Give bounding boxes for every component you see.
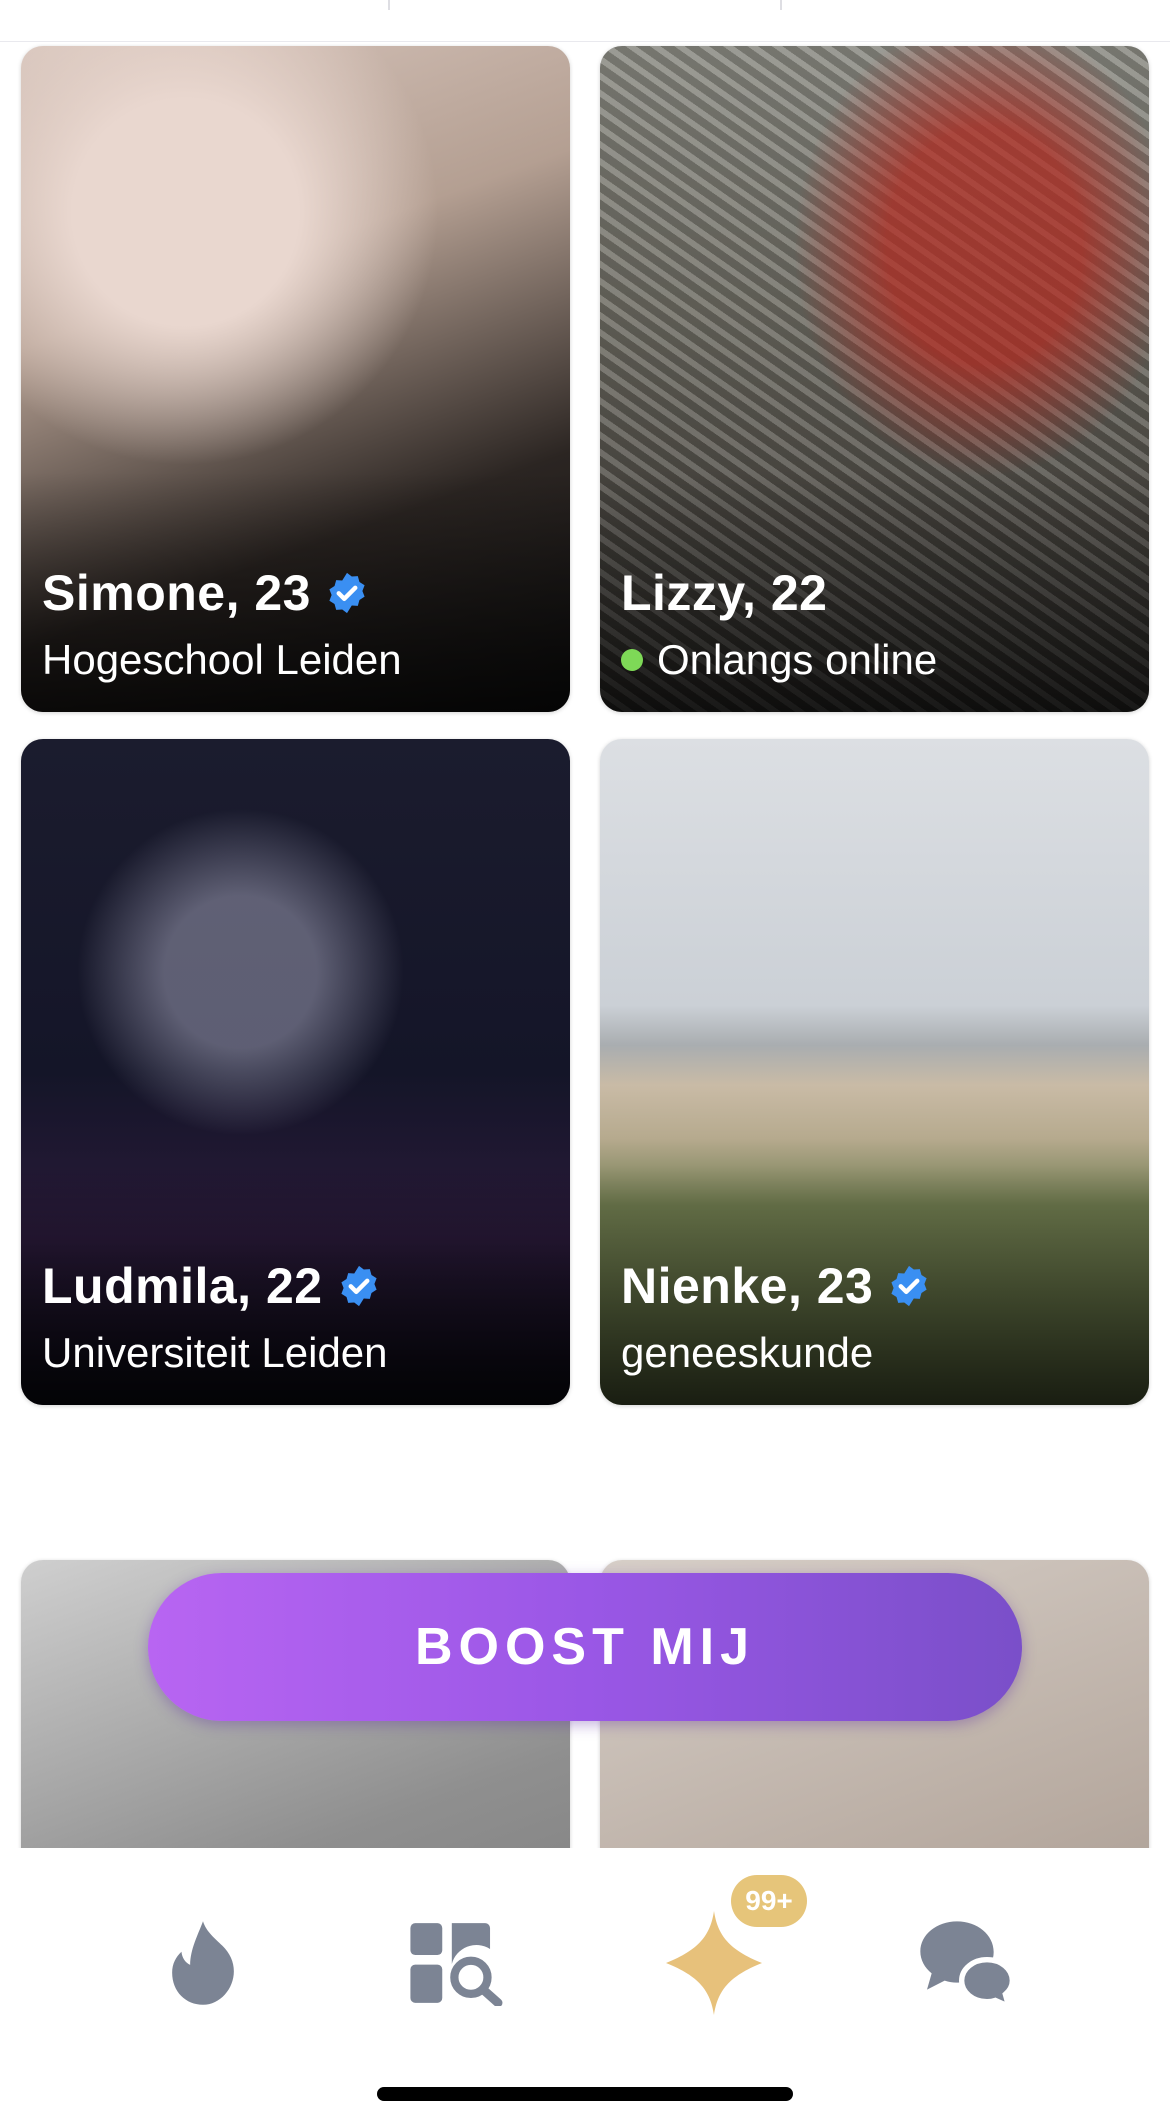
profile-name-text: Simone, 23 — [42, 565, 311, 621]
top-strip — [0, 0, 1170, 42]
profile-card-simone[interactable]: Simone, 23 Hogeschool Leiden — [21, 46, 570, 712]
likes-count-badge: 99+ — [731, 1875, 807, 1927]
profile-subtitle: Universiteit Leiden — [42, 1329, 388, 1376]
profile-name-text: Ludmila, 22 — [42, 1258, 323, 1314]
explore-icon — [410, 1923, 503, 2006]
profile-name: Simone, 23 — [42, 564, 369, 622]
profile-card-nienke[interactable]: Nienke, 23 geneeskunde — [600, 739, 1149, 1405]
profile-subtitle: Onlangs online — [621, 636, 937, 684]
profile-name-text: Nienke, 23 — [621, 1258, 874, 1314]
profile-subtitle: geneeskunde — [621, 1329, 874, 1376]
tab-explore[interactable] — [400, 1908, 510, 2018]
profile-name: Nienke, 23 — [621, 1257, 931, 1315]
sparkle-icon — [666, 1911, 762, 2015]
profile-card-lizzy[interactable]: Lizzy, 22 Onlangs online — [600, 46, 1149, 712]
divider — [780, 0, 782, 10]
boost-button-label: BOOST MIJ — [414, 1618, 756, 1676]
bottom-tab-bar — [0, 1848, 1170, 2123]
divider — [388, 0, 390, 10]
profile-subtitle: Hogeschool Leiden — [42, 636, 402, 683]
chat-icon — [920, 1921, 1016, 2008]
profile-card-ludmila[interactable]: Ludmila, 22 Universiteit Leiden — [21, 739, 570, 1405]
verified-badge-icon — [891, 1265, 927, 1307]
profile-name-text: Lizzy, 22 — [621, 565, 828, 621]
tab-home[interactable] — [148, 1908, 258, 2018]
home-indicator[interactable] — [377, 2087, 793, 2101]
tab-messages[interactable] — [912, 1908, 1022, 2018]
online-status-icon — [621, 649, 643, 671]
profile-name: Ludmila, 22 — [42, 1257, 381, 1315]
verified-badge-icon — [329, 572, 365, 614]
boost-button[interactable]: BOOST MIJ — [148, 1573, 1022, 1721]
profile-name: Lizzy, 22 — [621, 564, 827, 622]
flame-icon — [172, 1921, 234, 2005]
verified-badge-icon — [340, 1265, 377, 1307]
